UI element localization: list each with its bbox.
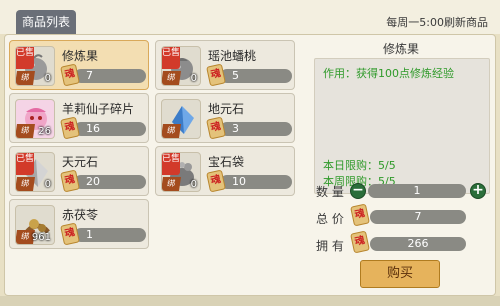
item-card-chifuling[interactable]: 绑 961 赤茯苓 1 魂 <box>9 199 149 249</box>
item-qty: 0 <box>44 73 51 84</box>
bind-badge: 绑 <box>162 177 181 191</box>
item-card-yaochipantao[interactable]: 已售 绑 0 瑶池蟠桃 5 魂 <box>155 40 295 90</box>
item-card-baoshidai[interactable]: 已售 绑 0 宝石袋 10 魂 <box>155 146 295 196</box>
gray-peach-icon: 已售 绑 0 <box>161 46 201 86</box>
detail-title: 修炼果 <box>382 42 419 56</box>
item-price: 20 <box>74 175 146 189</box>
currency-icon: 魂 <box>206 116 226 140</box>
minus-button[interactable]: − <box>350 183 366 199</box>
sold-badge: 已售 <box>162 153 180 175</box>
item-price: 7 <box>74 69 146 83</box>
currency-icon: 魂 <box>206 63 226 87</box>
gem-bag-icon: 已售 绑 0 <box>161 152 201 192</box>
bind-badge: 绑 <box>162 124 181 138</box>
item-name: 地元石 <box>208 102 245 116</box>
item-qty: 0 <box>190 179 197 190</box>
owned-label: 拥 有 <box>316 239 344 253</box>
sold-badge: 已售 <box>162 47 180 69</box>
currency-icon: 魂 <box>350 230 370 254</box>
bind-badge: 绑 <box>162 71 181 85</box>
currency-icon: 魂 <box>60 222 80 246</box>
item-price: 5 <box>220 69 292 83</box>
item-qty: 0 <box>44 179 51 190</box>
gray-fruit-icon: 已售 绑 0 <box>15 46 55 86</box>
plus-button[interactable]: + <box>470 183 486 199</box>
item-card-xiulianguo[interactable]: 已售 绑 0 修炼果 7 魂 <box>9 40 149 90</box>
item-card-diyuanshi[interactable]: 绑 地元石 3 魂 <box>155 93 295 143</box>
item-name: 宝石袋 <box>208 155 245 169</box>
item-name: 瑶池蟠桃 <box>208 49 257 63</box>
bind-badge: 绑 <box>16 124 35 138</box>
currency-icon: 魂 <box>60 63 80 87</box>
detail-panel: 修炼果 作用：获得100点修炼经验 本日限购：5/5 本周限购：5/5 数 量 … <box>308 40 494 292</box>
item-price: 1 <box>74 228 146 242</box>
quantity-label: 数 量 <box>316 185 344 199</box>
item-price: 10 <box>220 175 292 189</box>
item-name: 赤茯苓 <box>62 208 99 222</box>
item-price: 3 <box>220 122 292 136</box>
currency-icon: 魂 <box>206 169 226 193</box>
sold-badge: 已售 <box>16 153 34 175</box>
currency-icon: 魂 <box>350 203 370 227</box>
detail-description-box: 作用：获得100点修炼经验 本日限购：5/5 本周限购：5/5 <box>314 58 490 194</box>
sold-badge: 已售 <box>16 47 34 69</box>
item-card-fairy-fragment[interactable]: 绑 26 羊莉仙子碎片 16 魂 <box>9 93 149 143</box>
currency-icon: 魂 <box>60 116 80 140</box>
blue-crystal-icon: 绑 <box>161 99 201 139</box>
total-price-label: 总 价 <box>316 212 344 226</box>
item-effect: 作用：获得100点修炼经验 <box>323 67 454 80</box>
buy-button[interactable]: 购买 <box>360 260 440 288</box>
total-price-value: 7 <box>370 210 466 224</box>
red-herb-icon: 绑 961 <box>15 205 55 245</box>
item-grid: 已售 绑 0 修炼果 7 魂 已售 绑 0 瑶池蟠桃 5 魂 绑 26 羊莉仙子… <box>9 40 299 296</box>
owned-value: 266 <box>370 237 466 251</box>
quantity-value[interactable]: 1 <box>368 184 466 198</box>
tab-product-list[interactable]: 商品列表 <box>16 10 76 34</box>
item-card-tianyuanshi[interactable]: 已售 绑 0 天元石 20 魂 <box>9 146 149 196</box>
item-qty: 26 <box>38 126 51 137</box>
daily-limit: 本日限购：5/5 <box>323 159 396 172</box>
item-name: 修炼果 <box>62 49 99 63</box>
currency-icon: 魂 <box>60 169 80 193</box>
top-bar: 商品列表 每周一5:00刷新商品 <box>0 0 500 34</box>
bottom-edge <box>0 296 500 306</box>
item-qty: 0 <box>190 73 197 84</box>
bind-badge: 绑 <box>16 177 35 191</box>
bind-badge: 绑 <box>16 71 35 85</box>
white-crystal-icon: 已售 绑 0 <box>15 152 55 192</box>
item-name: 天元石 <box>62 155 99 169</box>
item-name: 羊莉仙子碎片 <box>62 102 135 116</box>
item-qty: 961 <box>31 232 51 243</box>
fairy-fragment-icon: 绑 26 <box>15 99 55 139</box>
item-price: 16 <box>74 122 146 136</box>
refresh-notice: 每周一5:00刷新商品 <box>386 16 488 29</box>
